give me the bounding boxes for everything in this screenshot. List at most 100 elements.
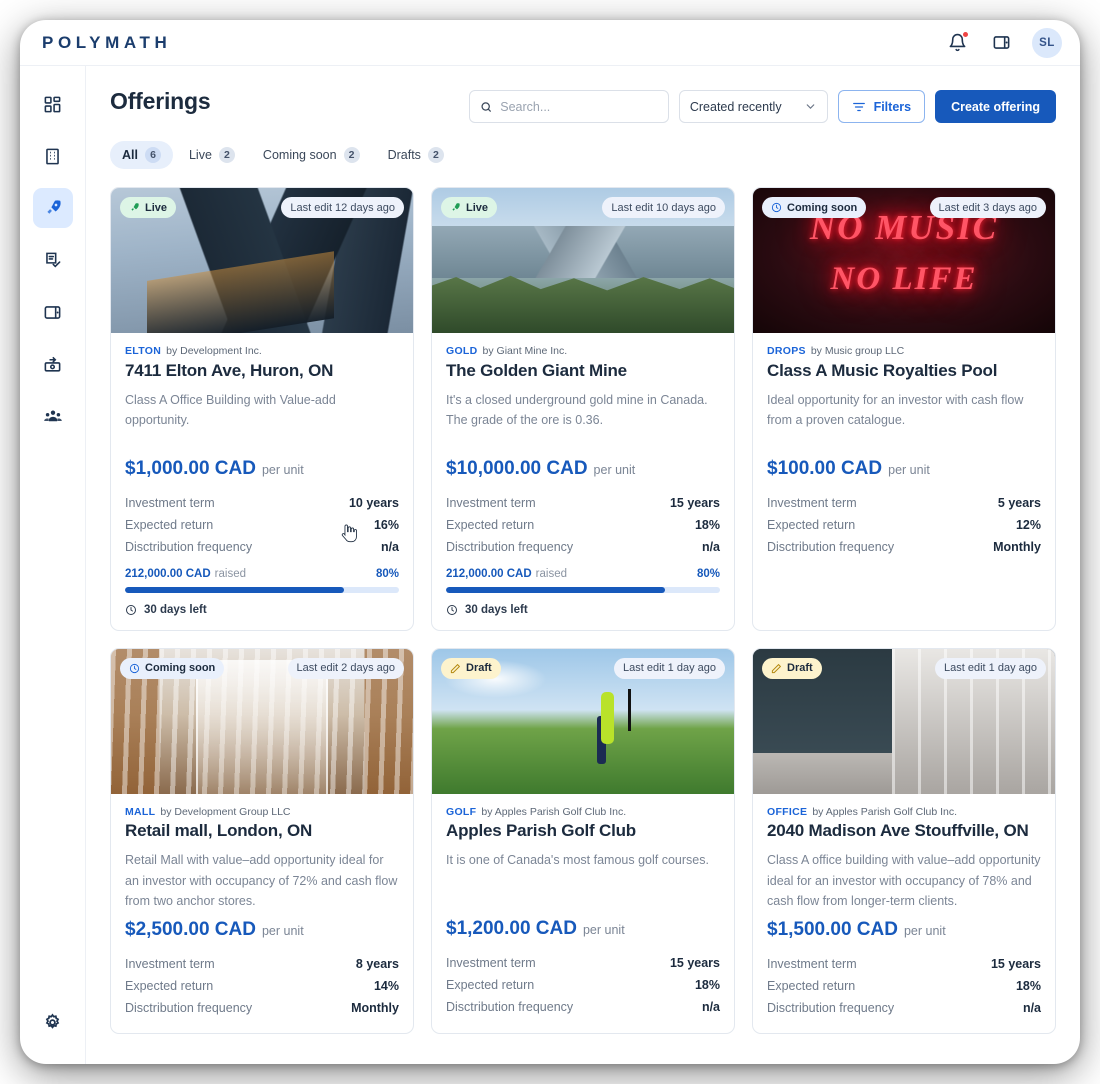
spec-label: Investment term	[767, 957, 857, 971]
spec-value: 5 years	[998, 496, 1041, 510]
offering-price: $10,000.00 CADper unit	[446, 458, 720, 480]
avatar[interactable]: SL	[1032, 28, 1062, 58]
spec-label: Expected return	[446, 518, 534, 532]
raised-label: raised	[215, 568, 246, 580]
tab-all[interactable]: All6	[110, 141, 173, 169]
spec-value: 8 years	[356, 957, 399, 971]
notification-badge-dot	[962, 31, 969, 38]
offering-title: Class A Music Royalties Pool	[767, 361, 1041, 381]
rocket-icon	[43, 198, 63, 218]
last-edit-badge: Last edit 1 day ago	[935, 658, 1046, 679]
card-image: DraftLast edit 1 day ago	[432, 649, 734, 794]
status-badge: Coming soon	[120, 658, 224, 679]
spec-value: 15 years	[670, 496, 720, 510]
raise-progress: 212,000.00 CADraised80%30 days left	[446, 568, 720, 616]
spec-value: Monthly	[351, 1001, 399, 1015]
spec-label: Investment term	[446, 496, 536, 510]
card-badges: Coming soonLast edit 3 days ago	[762, 197, 1046, 218]
search-input[interactable]	[500, 100, 658, 114]
spec-investment-term: Investment term5 years	[767, 492, 1041, 514]
tab-drafts[interactable]: Drafts2	[376, 141, 456, 169]
spec-distribution-frequency: Disctribution frequencyMonthly	[125, 997, 399, 1019]
sidebar-item-offerings[interactable]	[33, 188, 73, 228]
price-amount: $1,000.00 CAD	[125, 458, 256, 479]
card-badges: Coming soonLast edit 2 days ago	[120, 658, 404, 679]
main-content: Offerings Created recently	[86, 66, 1080, 1064]
card-badges: Draft Last edit 1 day ago	[762, 658, 1046, 679]
card-eyebrow: GOLFby Apples Parish Golf Club Inc.	[446, 806, 720, 820]
offering-card[interactable]: LiveLast edit 12 days ago ELTONby Develop…	[110, 187, 414, 631]
offering-price: $1,200.00 CADper unit	[446, 918, 720, 940]
bell-icon[interactable]	[944, 30, 970, 56]
sidebar-item-investors[interactable]	[33, 396, 73, 436]
status-badge: Live	[441, 197, 497, 218]
spec-label: Expected return	[446, 978, 534, 992]
offering-ticker: GOLD	[446, 345, 478, 357]
offering-issuer: by Development Inc.	[166, 345, 262, 357]
pencil-icon	[450, 663, 461, 674]
card-eyebrow: DROPSby Music group LLC	[767, 345, 1041, 359]
filters-button-label: Filters	[874, 100, 912, 114]
create-offering-button[interactable]: Create offering	[935, 90, 1056, 123]
status-badge-label: Coming soon	[145, 662, 215, 674]
offering-card[interactable]: Draft Last edit 1 day ago OFFICEby Apples …	[752, 648, 1056, 1034]
sidebar-item-wallet[interactable]	[33, 292, 73, 332]
offering-title: Apples Parish Golf Club	[446, 821, 720, 841]
tab-live[interactable]: Live2	[177, 141, 247, 169]
main-header: Offerings Created recently	[110, 88, 1056, 123]
price-amount: $1,500.00 CAD	[767, 919, 898, 940]
sort-select[interactable]: Created recently	[679, 90, 828, 123]
card-body: GOLDby Giant Mine Inc.The Golden Giant M…	[432, 333, 734, 630]
sidebar-item-settings[interactable]	[33, 1002, 73, 1042]
spec-label: Disctribution frequency	[125, 540, 252, 554]
offering-card[interactable]: Live Last edit 10 days ago GOLDby Giant Mi…	[431, 187, 735, 631]
spec-distribution-frequency: Disctribution frequencyn/a	[125, 536, 399, 558]
rocket-icon	[129, 202, 140, 213]
spec-label: Disctribution frequency	[446, 540, 573, 554]
card-image: Coming soonLast edit 2 days ago	[111, 649, 413, 794]
spec-label: Disctribution frequency	[767, 540, 894, 554]
offering-card[interactable]: Coming soonLast edit 3 days ago DROPSby M…	[752, 187, 1056, 631]
offering-title: 7411 Elton Ave, Huron, ON	[125, 361, 399, 381]
card-eyebrow: ELTONby Development Inc.	[125, 345, 399, 359]
spec-value: n/a	[702, 540, 720, 554]
spec-value: 16%	[374, 518, 399, 532]
card-badges: LiveLast edit 12 days ago	[120, 197, 404, 218]
offering-card[interactable]: Coming soonLast edit 2 days agoMALLby De…	[110, 648, 414, 1034]
spec-label: Disctribution frequency	[767, 1001, 894, 1015]
sidebar-item-distributions[interactable]	[33, 344, 73, 384]
wallet-icon[interactable]	[988, 30, 1014, 56]
filters-button[interactable]: Filters	[838, 90, 926, 123]
building-icon	[43, 147, 62, 166]
sidebar-item-subscriptions[interactable]	[33, 240, 73, 280]
progress-bar	[125, 587, 399, 593]
chevron-down-icon	[804, 100, 817, 113]
offering-card[interactable]: DraftLast edit 1 day ago GOLFby Apples Pa…	[431, 648, 735, 1034]
tab-coming-soon[interactable]: Coming soon2	[251, 141, 372, 169]
status-badge: Coming soon	[762, 197, 866, 218]
spec-investment-term: Investment term15 years	[446, 952, 720, 974]
time-left-label: 30 days left	[144, 604, 207, 616]
raise-summary: 212,000.00 CADraised80%	[446, 568, 720, 580]
sidebar-item-properties[interactable]	[33, 136, 73, 176]
tab-count: 2	[428, 147, 444, 163]
raised-amount: 212,000.00 CAD	[446, 568, 532, 580]
spec-label: Expected return	[767, 518, 855, 532]
tab-count: 2	[344, 147, 360, 163]
card-image: Live Last edit 10 days ago	[432, 188, 734, 333]
raised-percent: 80%	[697, 568, 720, 580]
spec-value: n/a	[702, 1000, 720, 1014]
price-amount: $2,500.00 CAD	[125, 919, 256, 940]
price-unit: per unit	[262, 924, 304, 938]
search-box[interactable]	[469, 90, 669, 123]
offering-price: $100.00 CADper unit	[767, 458, 1041, 480]
app-window: POLYMATH SL	[20, 20, 1080, 1064]
status-badge-label: Live	[466, 202, 488, 214]
status-badge: Draft	[762, 658, 822, 679]
spec-distribution-frequency: Disctribution frequencyMonthly	[767, 536, 1041, 558]
card-body: OFFICEby Apples Parish Golf Club Inc.204…	[753, 794, 1055, 1033]
sidebar-item-dashboard[interactable]	[33, 84, 73, 124]
price-unit: per unit	[262, 463, 304, 477]
last-edit-badge: Last edit 10 days ago	[602, 197, 725, 218]
status-badge-label: Coming soon	[787, 202, 857, 214]
